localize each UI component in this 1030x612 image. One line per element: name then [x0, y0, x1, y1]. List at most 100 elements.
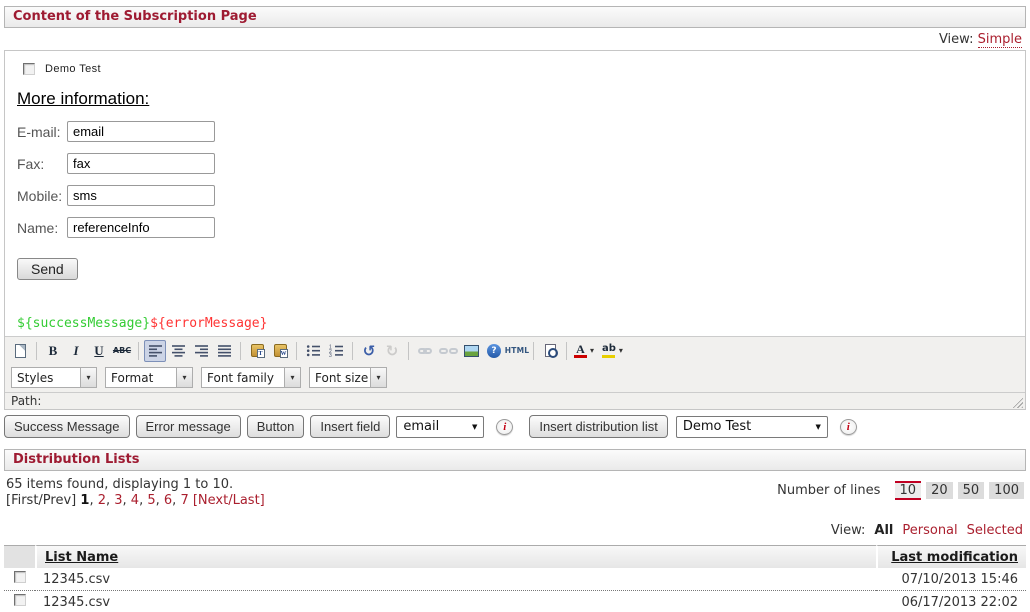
align-right-icon[interactable] [190, 340, 212, 362]
send-button[interactable]: Send [17, 258, 78, 280]
next-last-link[interactable]: [Next/Last] [193, 493, 265, 508]
font-size-select[interactable]: Font size ▾ [309, 367, 387, 388]
demo-test-checkbox-row: Demo Test [23, 63, 1025, 75]
insert-field-button[interactable]: Insert field [310, 415, 390, 438]
text-color-icon[interactable]: A ▾ [572, 340, 599, 362]
checkbox-column-header [4, 545, 35, 568]
page-link[interactable]: 4 [123, 493, 140, 508]
paste-as-text-icon[interactable]: T [246, 340, 268, 362]
styles-select[interactable]: Styles ▾ [11, 367, 97, 388]
fax-field[interactable] [67, 153, 215, 174]
bold-icon[interactable]: B [42, 340, 64, 362]
email-field[interactable] [67, 121, 215, 142]
view-filter-label: View: [831, 523, 866, 538]
table-row: 12345.csv 07/10/2013 15:46 [4, 568, 1026, 591]
table-header-row: List Name Last modification [4, 545, 1026, 568]
highlight-color-icon[interactable]: ab ▾ [600, 340, 628, 362]
bullet-list-icon[interactable] [302, 340, 324, 362]
strikethrough-icon[interactable]: ABC [111, 340, 133, 362]
select-arrow-icon: ▼ [807, 423, 820, 431]
lines-option-20[interactable]: 20 [926, 482, 953, 499]
editor-status-bar: Path: [5, 392, 1025, 409]
view-filter-selected[interactable]: Selected [967, 523, 1023, 538]
button-button[interactable]: Button [247, 415, 305, 438]
svg-text:3: 3 [329, 353, 332, 357]
number-of-lines-control: Number of lines 10 20 50 100 [777, 481, 1024, 500]
insert-field-select[interactable]: email ▼ [396, 416, 484, 438]
info-icon[interactable]: i [496, 419, 513, 435]
demo-test-checkbox[interactable] [23, 63, 35, 75]
toolbar-separator [566, 342, 567, 360]
page-link[interactable]: 5 [139, 493, 156, 508]
editor-content-area[interactable]: Demo Test More information: E-mail: Fax:… [5, 51, 1025, 336]
distribution-list-select[interactable]: Demo Test ▼ [676, 416, 828, 438]
resize-grip-icon[interactable] [1010, 395, 1023, 408]
toolbar-separator [138, 342, 139, 360]
row-checkbox[interactable] [14, 594, 26, 606]
chevron-down-icon[interactable]: ▾ [176, 368, 192, 387]
highlight-color-dropdown-arrow[interactable]: ▾ [616, 346, 626, 355]
more-information-heading: More information: [17, 89, 1025, 109]
list-name-header[interactable]: List Name [35, 545, 876, 568]
name-field-label: Name: [17, 220, 67, 236]
view-simple-link[interactable]: Simple [978, 32, 1022, 48]
editor-select-toolbar: Styles ▾ Format ▾ Font family ▾ Font siz… [5, 364, 1025, 392]
lines-option-50[interactable]: 50 [958, 482, 985, 499]
page-link[interactable]: 2 [89, 493, 106, 508]
first-prev-label: [First/Prev] [6, 493, 76, 508]
page-link[interactable]: 6 [156, 493, 173, 508]
section-title-distribution-lists: Distribution Lists [4, 449, 1026, 471]
number-of-lines-label: Number of lines [777, 483, 880, 498]
toolbar-separator [352, 342, 353, 360]
undo-icon[interactable]: ↺ [358, 340, 380, 362]
font-family-select[interactable]: Font family ▾ [201, 367, 301, 388]
wysiwyg-editor: Demo Test More information: E-mail: Fax:… [4, 50, 1026, 410]
align-left-icon[interactable] [144, 340, 166, 362]
last-modification-header[interactable]: Last modification [876, 545, 1026, 568]
info-icon[interactable]: i [840, 419, 857, 435]
numbered-list-icon[interactable]: 123 [325, 340, 347, 362]
error-message-button[interactable]: Error message [136, 415, 241, 438]
align-justify-icon[interactable] [213, 340, 235, 362]
unlink-icon[interactable] [437, 340, 459, 362]
new-document-icon[interactable] [9, 340, 31, 362]
redo-icon[interactable]: ↻ [381, 340, 403, 362]
email-field-row: E-mail: [17, 121, 1025, 142]
align-center-icon[interactable] [167, 340, 189, 362]
last-modification-cell: 07/10/2013 15:46 [876, 568, 1026, 591]
italic-icon[interactable]: I [65, 340, 87, 362]
editor-toolbar: B I U ABC T W 123 ↺ ↻ ? [5, 336, 1025, 364]
mobile-field[interactable] [67, 185, 215, 206]
page-link[interactable]: 3 [106, 493, 123, 508]
view-filter-personal[interactable]: Personal [902, 523, 957, 538]
row-checkbox[interactable] [14, 571, 26, 583]
underline-icon[interactable]: U [88, 340, 110, 362]
last-modification-cell: 06/17/2013 22:02 [876, 591, 1026, 612]
chevron-down-icon[interactable]: ▾ [80, 368, 96, 387]
insert-image-icon[interactable] [460, 340, 482, 362]
page-link[interactable]: 7 [172, 493, 189, 508]
help-icon[interactable]: ? [483, 340, 505, 362]
success-message-button[interactable]: Success Message [4, 415, 130, 438]
text-color-dropdown-arrow[interactable]: ▾ [587, 346, 597, 355]
paste-from-word-icon[interactable]: W [269, 340, 291, 362]
chevron-down-icon[interactable]: ▾ [370, 368, 386, 387]
toolbar-separator [36, 342, 37, 360]
email-field-label: E-mail: [17, 124, 67, 140]
chevron-down-icon[interactable]: ▾ [284, 368, 300, 387]
path-label: Path: [11, 394, 41, 408]
list-name-cell: 12345.csv [35, 568, 876, 591]
list-name-cell: 12345.csv [35, 591, 876, 612]
table-row: 12345.csv 06/17/2013 22:02 [4, 591, 1026, 612]
html-source-icon[interactable]: HTML [506, 340, 528, 362]
link-icon[interactable] [414, 340, 436, 362]
name-field[interactable] [67, 217, 215, 238]
view-filter-all[interactable]: All [874, 523, 893, 538]
format-select[interactable]: Format ▾ [105, 367, 193, 388]
preview-icon[interactable] [539, 340, 561, 362]
view-toggle-label: View: [939, 32, 974, 47]
insert-distribution-list-button[interactable]: Insert distribution list [529, 415, 668, 438]
lines-option-100[interactable]: 100 [989, 482, 1024, 499]
demo-test-checkbox-label: Demo Test [45, 63, 101, 75]
lines-option-10[interactable]: 10 [895, 481, 922, 500]
